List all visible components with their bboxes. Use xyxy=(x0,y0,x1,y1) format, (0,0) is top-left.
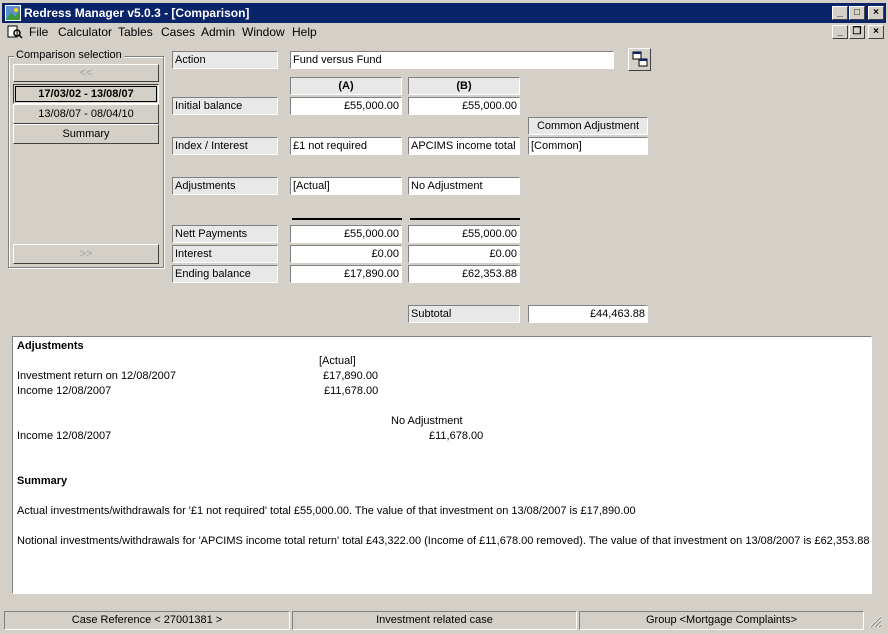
app-icon xyxy=(5,5,21,21)
status-case-reference: Case Reference < 27001381 > xyxy=(4,611,290,630)
common-adjustment-header: Common Adjustment xyxy=(528,117,648,135)
child-minimize-button[interactable]: _ xyxy=(832,25,848,39)
nett-payments-a-field[interactable]: £55,000.00 xyxy=(290,225,402,243)
child-restore-button[interactable]: ❐ xyxy=(849,25,865,39)
period-button-2[interactable]: 13/08/07 - 08/04/10 xyxy=(13,104,159,124)
ending-balance-a-field[interactable]: £17,890.00 xyxy=(290,265,402,283)
report-adjustments-heading: Adjustments xyxy=(17,340,84,352)
title-bar: Redress Manager v5.0.3 - [Comparison] _ … xyxy=(2,3,886,23)
report-actual-line-2-desc: Income 12/08/2007 xyxy=(17,385,112,397)
report-noadj-heading: No Adjustment xyxy=(391,415,463,427)
mdi-document-icon[interactable] xyxy=(7,25,23,42)
report-summary-line-2: Notional investments/withdrawals for 'AP… xyxy=(17,535,870,547)
index-interest-b-field[interactable]: APCIMS income total xyxy=(408,137,520,155)
swap-windows-button[interactable] xyxy=(628,48,651,71)
menu-bar: File Calculator Tables Cases Admin Windo… xyxy=(2,23,886,42)
maximize-button[interactable]: □ xyxy=(849,6,865,20)
menu-calculator[interactable]: Calculator xyxy=(58,25,112,39)
adjustments-label: Adjustments xyxy=(172,177,278,195)
column-b-separator xyxy=(410,218,520,220)
window-title: Redress Manager v5.0.3 - [Comparison] xyxy=(24,6,250,20)
report-actual-line-1-amount: £17,890.00 xyxy=(323,370,379,382)
menu-admin[interactable]: Admin xyxy=(201,25,235,39)
close-button[interactable]: × xyxy=(868,6,884,20)
next-period-button[interactable]: >> xyxy=(13,244,159,264)
status-group: Group <Mortgage Complaints> xyxy=(579,611,864,630)
initial-balance-a-field[interactable]: £55,000.00 xyxy=(290,97,402,115)
initial-balance-b-field[interactable]: £55,000.00 xyxy=(408,97,520,115)
ending-balance-b-field[interactable]: £62,353.88 xyxy=(408,265,520,283)
resize-grip-icon[interactable] xyxy=(868,614,882,631)
interest-b-field[interactable]: £0.00 xyxy=(408,245,520,263)
report-summary-line-1: Actual investments/withdrawals for '£1 n… xyxy=(17,505,636,517)
status-case-type: Investment related case xyxy=(292,611,577,630)
adjustments-a-field[interactable]: [Actual] xyxy=(290,177,402,195)
nett-payments-label: Nett Payments xyxy=(172,225,278,243)
initial-balance-label: Initial balance xyxy=(172,97,278,115)
subtotal-label: Subtotal xyxy=(408,305,520,323)
child-close-button[interactable]: × xyxy=(868,25,884,39)
action-label: Action xyxy=(172,51,278,69)
column-b-header: (B) xyxy=(408,77,520,95)
subtotal-field[interactable]: £44,463.88 xyxy=(528,305,648,323)
period-button-1[interactable]: 17/03/02 - 13/08/07 xyxy=(13,84,159,104)
report-panel[interactable]: Adjustments [Actual] Investment return o… xyxy=(12,336,872,594)
summary-button[interactable]: Summary xyxy=(13,124,159,144)
previous-period-button[interactable]: << xyxy=(13,64,159,82)
report-actual-line-1-desc: Investment return on 12/08/2007 xyxy=(17,370,176,382)
column-a-header: (A) xyxy=(290,77,402,95)
comparison-selection-legend: Comparison selection xyxy=(14,49,124,61)
column-a-separator xyxy=(292,218,402,220)
report-actual-heading: [Actual] xyxy=(319,355,356,367)
index-interest-common-field[interactable]: [Common] xyxy=(528,137,648,155)
ending-balance-label: Ending balance xyxy=(172,265,278,283)
report-actual-line-2-amount: £11,678.00 xyxy=(324,385,379,397)
interest-label: Interest xyxy=(172,245,278,263)
swap-windows-icon xyxy=(632,51,647,67)
index-interest-label: Index / Interest xyxy=(172,137,278,155)
menu-file[interactable]: File xyxy=(29,25,48,39)
index-interest-a-field[interactable]: £1 not required xyxy=(290,137,402,155)
menu-cases[interactable]: Cases xyxy=(161,25,195,39)
report-summary-heading: Summary xyxy=(17,475,68,487)
action-field[interactable]: Fund versus Fund xyxy=(290,51,614,69)
adjustments-b-field[interactable]: No Adjustment xyxy=(408,177,520,195)
minimize-button[interactable]: _ xyxy=(832,6,848,20)
interest-a-field[interactable]: £0.00 xyxy=(290,245,402,263)
menu-tables[interactable]: Tables xyxy=(118,25,153,39)
nett-payments-b-field[interactable]: £55,000.00 xyxy=(408,225,520,243)
report-noadj-line-1-desc: Income 12/08/2007 xyxy=(17,430,112,442)
report-noadj-line-1-amount: £11,678.00 xyxy=(429,430,484,442)
menu-help[interactable]: Help xyxy=(292,25,317,39)
menu-window[interactable]: Window xyxy=(242,25,285,39)
